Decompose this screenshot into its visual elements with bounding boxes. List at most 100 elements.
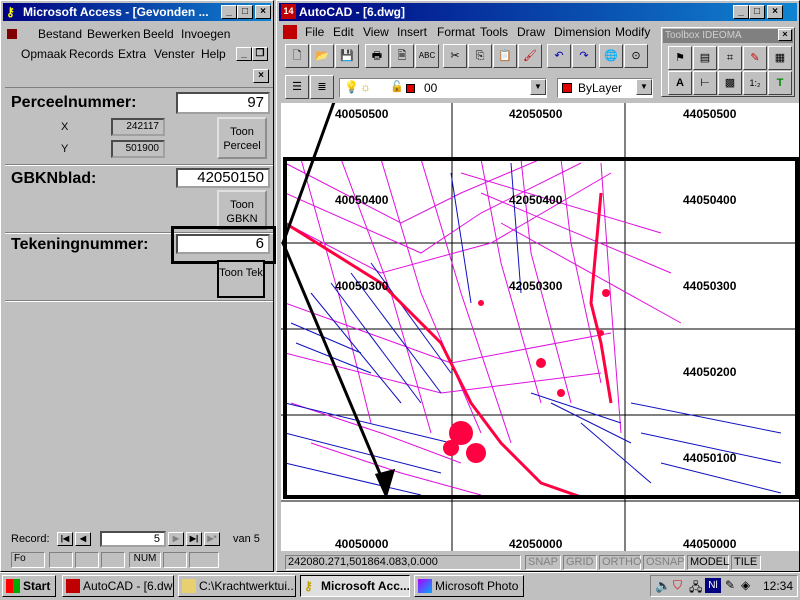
clock[interactable]: 12:34	[763, 579, 793, 593]
toon-tek-button[interactable]: Toon Tek	[217, 260, 265, 298]
ideoma-tool-1-icon[interactable]: ⚑	[668, 46, 692, 70]
taskbar-photo[interactable]: Microsoft Photo ...	[414, 575, 524, 597]
perceel-field[interactable]: 97	[176, 92, 270, 114]
toolbox-titlebar[interactable]: Toolbox IDEOMA	[663, 29, 793, 43]
match-properties-icon[interactable]: 🖌	[518, 44, 542, 68]
menu-insert[interactable]: Insert	[397, 25, 427, 39]
print-icon[interactable]: 🖶	[365, 44, 389, 68]
record-field[interactable]: 5	[100, 531, 166, 547]
gbkn-field[interactable]: 42050150	[176, 168, 270, 188]
tray-app2-icon[interactable]: ◈	[741, 578, 750, 592]
taskbar-autocad[interactable]: AutoCAD - [6.dwg]	[62, 575, 174, 597]
acad-minimize-button[interactable]: _	[733, 5, 749, 19]
open-folder-icon[interactable]: 📂	[310, 44, 334, 68]
close-button[interactable]: ×	[255, 5, 271, 19]
layer-color-swatch	[406, 84, 415, 93]
prev-record-button[interactable]: ◀	[75, 532, 91, 546]
maximize-button[interactable]: □	[237, 5, 253, 19]
toolbox-close-button[interactable]: ×	[778, 29, 792, 41]
save-icon[interactable]: 💾	[335, 44, 359, 68]
drawing-area[interactable]: 40050500 42050500 44050500 40050400 4205…	[281, 103, 799, 551]
ideoma-tool-3-icon[interactable]: ⌗	[718, 46, 742, 70]
ideoma-text-icon[interactable]: A	[668, 71, 692, 95]
speaker-icon[interactable]: 🔈	[655, 578, 671, 594]
ideoma-dim-icon[interactable]: ⊢	[693, 71, 717, 95]
new-record-button[interactable]: ▶*	[204, 532, 220, 546]
ideoma-tool-5-icon[interactable]: ▦	[768, 46, 792, 70]
next-record-button[interactable]: ▶	[168, 532, 184, 546]
taskbar-folder[interactable]: C:\Krachtwerktui...	[178, 575, 296, 597]
ideoma-t-icon[interactable]: T	[768, 71, 792, 95]
child-minimize-button[interactable]: _	[236, 47, 252, 61]
minimize-button[interactable]: _	[221, 5, 237, 19]
menu-modify[interactable]: Modify	[615, 25, 650, 39]
chevron-down-icon[interactable]: ▼	[530, 79, 546, 95]
toolbox-title: Toolbox IDEOMA	[665, 30, 742, 41]
ideoma-hatch-icon[interactable]: ▩	[718, 71, 742, 95]
autocad-titlebar[interactable]: 14 AutoCAD - [6.dwg]	[279, 3, 797, 21]
menu-venster[interactable]: Venster	[154, 47, 195, 61]
taskbar-autocad-label: AutoCAD - [6.dwg]	[83, 579, 174, 593]
menu-extra[interactable]: Extra	[118, 47, 146, 61]
child-restore-button[interactable]: ❐	[252, 47, 268, 61]
menu-bewerken[interactable]: Bewerken	[87, 27, 140, 41]
menu-draw[interactable]: Draw	[517, 25, 545, 39]
snap-toggle[interactable]: SNAP	[525, 555, 561, 570]
language-indicator[interactable]: Nl	[705, 578, 721, 593]
menu-bestand[interactable]: Bestand	[38, 27, 82, 41]
divider-3	[5, 300, 273, 302]
last-record-button[interactable]: ▶|	[186, 532, 202, 546]
menu-dimension[interactable]: Dimension	[554, 25, 611, 39]
preview-icon[interactable]: 🗎	[390, 44, 414, 68]
tile-toggle[interactable]: TILE	[731, 555, 761, 570]
divider-1	[5, 164, 273, 166]
menu-beeld[interactable]: Beeld	[143, 27, 174, 41]
color-dropdown[interactable]: ByLayer ▼	[557, 78, 653, 98]
tray-app-icon[interactable]: ✎	[725, 578, 735, 592]
status-box-3	[101, 552, 125, 568]
model-toggle[interactable]: MODEL	[687, 555, 729, 570]
menu-invoegen[interactable]: Invoegen	[181, 27, 230, 41]
ideoma-scale-icon[interactable]: 1:₂	[743, 71, 767, 95]
menu-format[interactable]: Format	[437, 25, 475, 39]
ortho-toggle[interactable]: ORTHO	[599, 555, 642, 570]
menu-opmaak[interactable]: Opmaak	[21, 47, 66, 61]
osnap-toggle[interactable]: OSNAP	[643, 555, 685, 570]
toon-perceel-button[interactable]: Toon Perceel	[217, 117, 267, 159]
osnap-icon[interactable]: ⊙	[624, 44, 648, 68]
acad-maximize-button[interactable]: □	[749, 5, 765, 19]
start-button[interactable]: Start	[2, 575, 56, 597]
layer-current-icon[interactable]: ≣	[310, 75, 334, 99]
menu-tools[interactable]: Tools	[480, 25, 508, 39]
antivirus-icon[interactable]: ⛉	[673, 578, 682, 593]
grid-label-300-3: 44050300	[683, 279, 737, 293]
menu-records[interactable]: Records	[69, 47, 114, 61]
paste-icon[interactable]: 📋	[493, 44, 517, 68]
menu-view[interactable]: View	[363, 25, 389, 39]
chevron-down-icon[interactable]: ▼	[636, 79, 652, 95]
toon-gbkn-button[interactable]: Toon GBKN	[217, 190, 267, 230]
tekening-field[interactable]: 6	[176, 234, 270, 254]
menu-help[interactable]: Help	[201, 47, 226, 61]
toolbox-palette: Toolbox IDEOMA × ⚑ ▤ ⌗ ✎ ▦ A ⊢ ▩ 1:₂ T	[661, 27, 795, 97]
new-file-icon[interactable]: 🗋	[285, 44, 309, 68]
taskbar-access[interactable]: ⚷ Microsoft Acc...	[300, 575, 410, 597]
undo-icon[interactable]: ↶	[547, 44, 571, 68]
layer-dropdown[interactable]: 💡 ☼ 🔓 00 ▼	[339, 78, 547, 98]
spellcheck-icon[interactable]: ABC	[415, 44, 439, 68]
grid-toggle[interactable]: GRID	[563, 555, 597, 570]
menu-file[interactable]: File	[305, 25, 324, 39]
layers-icon[interactable]: ☰	[285, 75, 309, 99]
ideoma-tool-4-icon[interactable]: ✎	[743, 46, 767, 70]
child-close-button[interactable]: ×	[253, 69, 269, 83]
redo-icon[interactable]: ↷	[572, 44, 596, 68]
acad-close-button[interactable]: ×	[767, 5, 783, 19]
hyperlink-icon[interactable]: 🌐	[599, 44, 623, 68]
windows-logo-icon	[6, 579, 20, 593]
network-icon[interactable]: 🖧	[689, 578, 702, 599]
menu-edit[interactable]: Edit	[333, 25, 354, 39]
ideoma-tool-2-icon[interactable]: ▤	[693, 46, 717, 70]
cut-icon[interactable]: ✂	[443, 44, 467, 68]
copy-icon[interactable]: ⎘	[468, 44, 492, 68]
first-record-button[interactable]: |◀	[57, 532, 73, 546]
